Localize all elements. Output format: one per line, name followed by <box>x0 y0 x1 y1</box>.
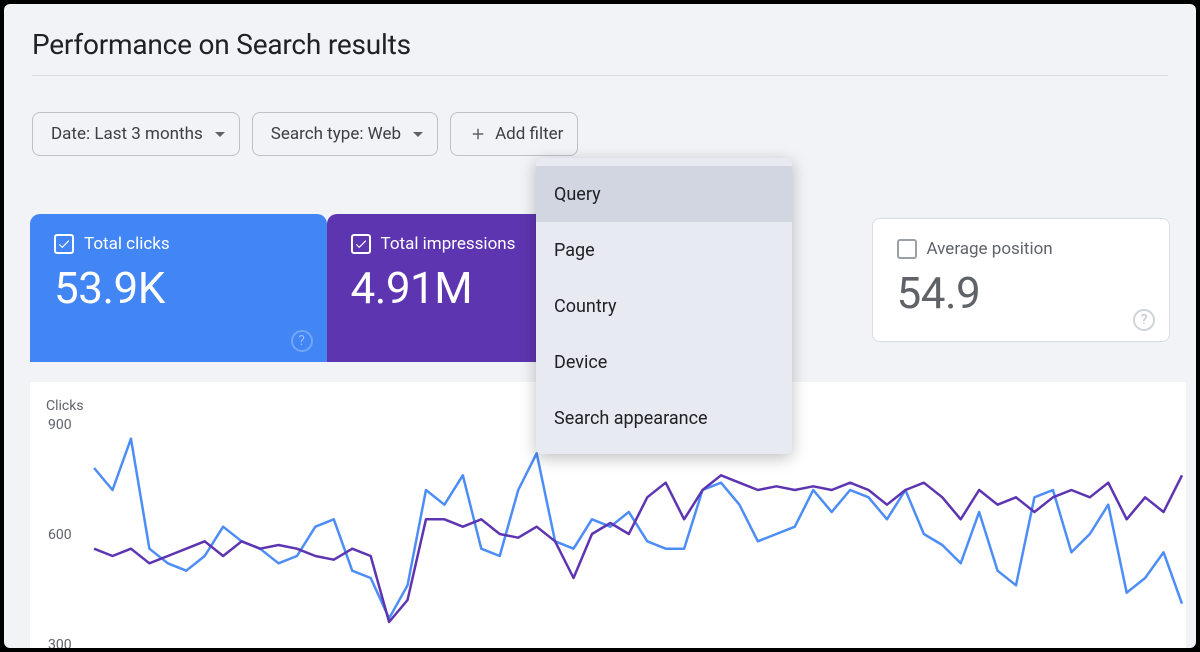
chart-y-tick: 600 <box>48 527 72 543</box>
chart-y-tick: 300 <box>48 637 72 648</box>
card-average-position[interactable]: Average position 54.9 ? <box>872 218 1171 342</box>
page-title: Performance on Search results <box>32 28 1168 61</box>
filter-bar: Date: Last 3 months Search type: Web Add… <box>4 88 1196 156</box>
filter-menu-item[interactable]: Page <box>536 222 792 278</box>
filter-menu-item[interactable]: Query <box>536 166 792 222</box>
help-icon[interactable]: ? <box>1133 309 1155 331</box>
chart-y-tick: 900 <box>48 417 72 433</box>
card-label: Total clicks <box>84 234 170 254</box>
card-value: 53.9K <box>54 262 303 314</box>
add-filter-label: Add filter <box>495 124 563 144</box>
header-divider <box>32 75 1168 76</box>
search-type-label: Search type: Web <box>271 124 401 144</box>
add-filter-menu: QueryPageCountryDeviceSearch appearance <box>536 158 792 454</box>
chevron-down-icon <box>215 132 225 137</box>
card-value: 54.9 <box>897 267 1146 319</box>
chart-series-line <box>94 439 1182 619</box>
date-filter-chip[interactable]: Date: Last 3 months <box>32 112 240 156</box>
checkbox-checked-icon <box>351 234 371 254</box>
card-label: Total impressions <box>381 234 516 254</box>
date-filter-label: Date: Last 3 months <box>51 124 203 144</box>
help-icon[interactable]: ? <box>291 330 313 352</box>
filter-menu-item[interactable]: Search appearance <box>536 390 792 446</box>
add-filter-button[interactable]: Add filter <box>450 112 578 156</box>
plus-icon <box>469 125 487 143</box>
card-label: Average position <box>927 239 1053 259</box>
checkbox-checked-icon <box>54 234 74 254</box>
chevron-down-icon <box>413 132 423 137</box>
filter-menu-item[interactable]: Device <box>536 334 792 390</box>
card-total-clicks[interactable]: Total clicks 53.9K ? <box>30 214 327 362</box>
filter-menu-item[interactable]: Country <box>536 278 792 334</box>
search-type-chip[interactable]: Search type: Web <box>252 112 438 156</box>
checkbox-unchecked-icon <box>897 239 917 259</box>
chart-series-line <box>94 475 1182 622</box>
